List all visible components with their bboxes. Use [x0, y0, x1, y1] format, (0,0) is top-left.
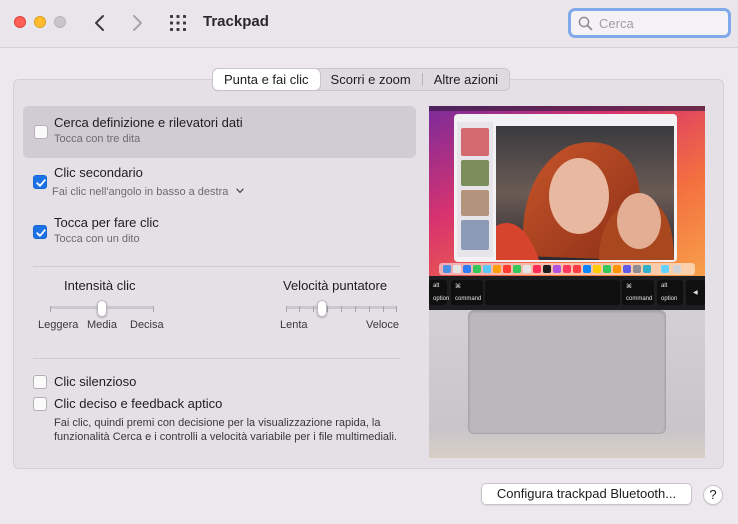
click-intensity-label: Intensità clic	[64, 278, 136, 293]
key-command-left: ⌘ command	[451, 280, 483, 305]
title-bar: Trackpad	[0, 0, 738, 48]
pointer-speed-knob[interactable]	[317, 300, 327, 317]
click-intensity-mid-label: Media	[87, 319, 117, 331]
keyboard-preview: alt option ⌘ command ⌘ command alt optio…	[429, 276, 705, 310]
key-command-label: command	[626, 296, 653, 302]
close-button[interactable]	[14, 16, 26, 28]
tab-bar: Punta e fai clic Scorri e zoom Altre azi…	[212, 68, 511, 91]
silent-click-title: Clic silenzioso	[54, 374, 137, 389]
key-option-right: alt option	[657, 280, 683, 305]
slider-tick	[50, 306, 51, 312]
tab-point-and-click[interactable]: Punta e fai clic	[213, 69, 320, 90]
click-intensity-knob[interactable]	[97, 300, 107, 317]
help-button[interactable]: ?	[703, 485, 723, 505]
tap-to-click-title: Tocca per fare clic	[54, 215, 159, 230]
secondary-click-checkbox[interactable]	[33, 175, 47, 189]
silent-click-checkbox[interactable]	[33, 375, 47, 389]
click-intensity-min-label: Leggera	[38, 319, 79, 331]
search-input[interactable]	[599, 13, 724, 33]
force-click-checkbox[interactable]	[33, 397, 47, 411]
chevron-down-icon	[236, 188, 244, 193]
slider-tick	[286, 306, 287, 312]
key-option-label: option	[661, 296, 678, 302]
gesture-preview: alt option ⌘ command ⌘ command alt optio…	[429, 106, 705, 458]
checkmark-icon	[36, 179, 46, 187]
setup-bluetooth-trackpad-button[interactable]: Configura trackpad Bluetooth...	[481, 483, 692, 505]
option-lookup-row[interactable]: Cerca definizione e rilevatori dati Tocc…	[23, 106, 416, 158]
grid-icon	[170, 15, 186, 31]
force-click-description: Fai clic, quindi premi con decisione per…	[54, 417, 397, 443]
chevron-left-icon	[95, 15, 104, 31]
slider-tick	[153, 306, 154, 312]
lookup-subtitle: Tocca con tre dita	[54, 133, 141, 145]
key-command-label: command	[455, 296, 482, 302]
option-tap-to-click-row: Tocca per fare clic Tocca con un dito	[23, 213, 416, 253]
tab-more-gestures[interactable]: Altre azioni	[423, 69, 509, 90]
option-force-click-row: Clic deciso e feedback aptico	[23, 394, 416, 414]
divider	[33, 358, 401, 359]
key-arrow: ◀	[686, 280, 705, 305]
secondary-click-title: Clic secondario	[54, 165, 143, 180]
slider-tick	[355, 306, 356, 312]
option-silent-click-row: Clic silenzioso	[23, 372, 416, 392]
key-alt-label: alt	[433, 283, 440, 289]
slider-tick	[396, 306, 397, 312]
lookup-title: Cerca definizione e rilevatori dati	[54, 115, 243, 130]
tab-scroll-and-zoom[interactable]: Scorri e zoom	[320, 69, 422, 90]
show-all-button[interactable]	[168, 13, 188, 33]
slider-tick	[369, 306, 370, 312]
secondary-click-subtitle: Fai clic nell'angolo in basso a destra	[52, 186, 229, 198]
force-click-title: Clic deciso e feedback aptico	[54, 396, 223, 411]
tap-to-click-checkbox[interactable]	[33, 225, 47, 239]
search-icon	[578, 16, 593, 31]
key-alt-label: alt	[661, 283, 668, 289]
click-intensity-max-label: Decisa	[130, 319, 164, 331]
forward-button[interactable]	[126, 11, 148, 35]
pointer-speed-label: Velocità puntatore	[283, 278, 388, 293]
trackpad-surface	[468, 310, 666, 434]
tap-to-click-subtitle: Tocca con un dito	[54, 233, 140, 245]
checkmark-icon	[36, 229, 46, 237]
slider-tick	[383, 306, 384, 312]
key-option-label: option	[433, 296, 450, 302]
minimize-button[interactable]	[34, 16, 46, 28]
slider-tick	[313, 306, 314, 312]
key-command-right: ⌘ command	[622, 280, 654, 305]
chevron-right-icon	[133, 15, 142, 31]
key-option-left: alt option	[429, 280, 450, 305]
window-title: Trackpad	[203, 13, 269, 30]
divider	[33, 266, 401, 267]
lookup-checkbox[interactable]	[34, 125, 48, 139]
back-button[interactable]	[89, 11, 111, 35]
key-command-symbol: ⌘	[626, 284, 632, 290]
pointer-speed-min-label: Lenta	[280, 319, 308, 331]
zoom-button[interactable]	[54, 16, 66, 28]
pointer-speed-max-label: Veloce	[366, 319, 400, 331]
key-command-symbol: ⌘	[455, 284, 461, 290]
arrow-left-icon: ◀	[693, 290, 698, 296]
screen-preview-image	[429, 106, 705, 276]
secondary-click-popup[interactable]: Fai clic nell'angolo in basso a destra	[52, 182, 244, 200]
search-field[interactable]	[568, 8, 731, 38]
option-secondary-click-row: Clic secondario Fai clic nell'angolo in …	[23, 163, 416, 203]
key-space	[485, 280, 620, 305]
slider-tick	[327, 306, 328, 312]
slider-tick	[341, 306, 342, 312]
slider-tick	[299, 306, 300, 312]
